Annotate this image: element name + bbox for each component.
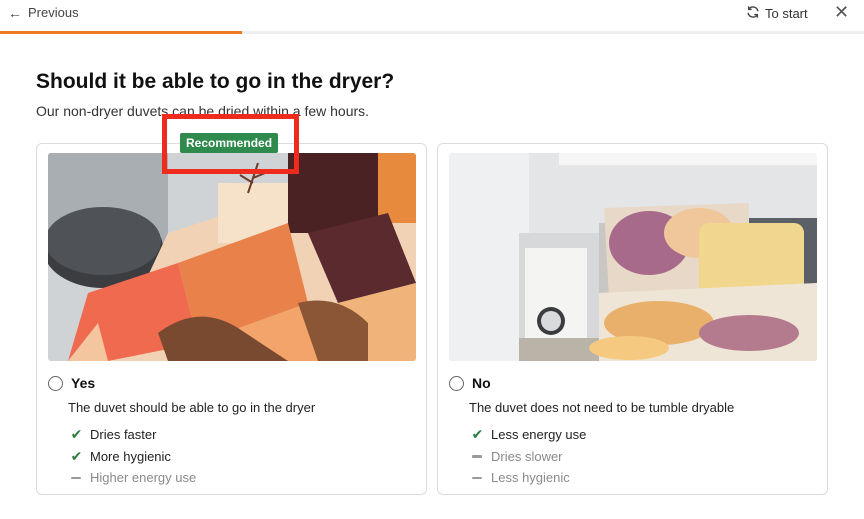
progress-bar <box>0 31 864 34</box>
feature-item: Higher energy use <box>70 467 196 489</box>
feature-text: Dries slower <box>491 448 563 464</box>
option-no-row[interactable]: No <box>449 375 491 391</box>
option-card-no[interactable]: No The duvet does not need to be tumble … <box>437 143 828 495</box>
feature-item: Less hygienic <box>471 467 586 489</box>
check-icon: ✔ <box>70 426 83 443</box>
previous-button[interactable]: ← Previous <box>8 5 79 20</box>
top-bar: ← Previous To start ✕ <box>0 0 864 34</box>
to-start-button[interactable]: To start <box>746 5 808 22</box>
feature-text: More hygienic <box>90 448 171 464</box>
feature-text: Dries faster <box>90 427 157 443</box>
highlight-annotation <box>162 114 299 174</box>
refresh-icon <box>746 5 760 22</box>
close-icon[interactable]: ✕ <box>834 3 849 21</box>
radio-no[interactable] <box>449 375 464 391</box>
feature-list-yes: ✔ Dries faster ✔ More hygienic Higher en… <box>70 424 197 489</box>
feature-list-no: ✔ Less energy use Dries slower Less hygi… <box>471 424 587 489</box>
feature-item: ✔ Less energy use <box>471 424 587 446</box>
radio-yes[interactable] <box>48 375 63 391</box>
feature-item: Dries slower <box>471 446 586 468</box>
option-label-no: No <box>472 375 491 391</box>
check-icon: ✔ <box>471 426 484 443</box>
option-description-no: The duvet does not need to be tumble dry… <box>469 400 735 415</box>
feature-text: Less hygienic <box>491 470 570 486</box>
to-start-label: To start <box>765 6 808 21</box>
option-card-yes[interactable]: Yes The duvet should be able to go in th… <box>36 143 427 495</box>
previous-label: Previous <box>28 5 79 20</box>
option-label-yes: Yes <box>71 375 96 391</box>
feature-item: ✔ Dries faster <box>70 424 196 446</box>
dash-icon <box>472 476 482 479</box>
option-image-yes <box>48 153 416 361</box>
option-image-no <box>449 153 817 361</box>
progress-bar-fill <box>0 31 242 34</box>
feature-text: Less energy use <box>491 427 587 443</box>
check-icon: ✔ <box>70 447 83 464</box>
question-title: Should it be able to go in the dryer? <box>36 70 395 93</box>
arrow-left-icon: ← <box>8 4 22 21</box>
dash-icon <box>472 455 482 458</box>
feature-text: Higher energy use <box>90 470 197 486</box>
dash-icon <box>71 476 81 479</box>
option-description-yes: The duvet should be able to go in the dr… <box>68 400 316 415</box>
feature-item: ✔ More hygienic <box>70 446 196 468</box>
option-yes-row[interactable]: Yes <box>48 375 95 391</box>
